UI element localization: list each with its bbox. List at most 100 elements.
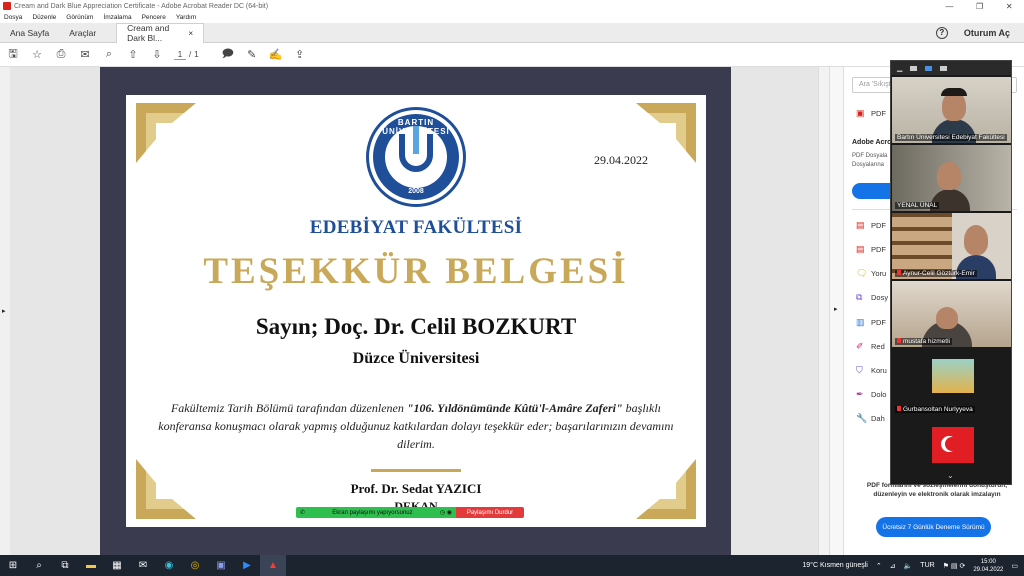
help-icon[interactable]: ? [935,26,948,39]
menu-file[interactable]: Dosya [4,14,22,21]
seal-year: 2008 [408,188,424,195]
participant-name: Gurbansoltan Nurlyyeva [895,406,975,413]
certificate-date: 29.04.2022 [594,153,648,167]
bookmark-star-icon[interactable]: ☆ [30,48,44,61]
tab-bar: Ana Sayfa Araçlar Cream and Dark Bl... ×… [0,22,1024,43]
toolbar: 🖫 ☆ ⎙ ✉ ⌕ ⇧ ⇩ 1 / 1 🗩 ✎ ✍ ⇪ [0,43,1024,67]
clock[interactable]: 15:00 29.04.2022 [973,558,1003,574]
language-indicator[interactable]: TUR [920,562,934,569]
teams-icon[interactable]: ▣ [208,555,234,576]
page-total: 1 [194,50,199,59]
view-single-icon[interactable] [910,65,918,71]
participant-tile[interactable]: Aynur-Celil Göztürk-Emir [892,213,1011,279]
pdf-icon: ▣ [856,108,865,118]
video-participants-panel: ▁ Bartın Üniversitesi Edebiyat Fakültesi… [890,60,1012,485]
edit-pdf-icon: ▤ [856,244,865,254]
minimize-video-icon[interactable]: ▁ [897,64,902,72]
network-icon[interactable]: ⊿ [890,562,896,570]
share-status-icons[interactable]: ◷ ◉ [440,509,452,516]
recipient-institution: Düzce Üniversitesi [352,350,480,367]
tab-home[interactable]: Ana Sayfa [0,23,59,43]
pen-icon[interactable]: ✎ [245,48,259,61]
tab-document[interactable]: Cream and Dark Bl... × [116,22,205,43]
participant-name: mustafa hizmetli [895,338,952,345]
vertical-scrollbar[interactable] [818,67,829,555]
tray-chevron-icon[interactable]: ⌃ [876,562,882,570]
task-view-icon[interactable]: ⧉ [52,555,78,576]
windows-start-icon[interactable]: ⊞ [0,555,26,576]
tool-organize-pdf[interactable]: ▥ PDF [856,317,886,327]
stop-sharing-button[interactable]: Paylaşımı Durdur [456,507,524,518]
save-icon[interactable]: 🖫 [6,45,20,64]
mail-icon[interactable]: ✉ [130,555,156,576]
tool-fill-sign[interactable]: ✒ Dolo [856,389,886,399]
page-indicator: 1 / 1 [174,50,199,60]
acrobat-taskbar-icon[interactable]: ▲ [260,555,286,576]
window-titlebar: Cream and Dark Blue Appreciation Certifi… [0,0,1024,12]
menu-help[interactable]: Yardım [176,14,196,21]
minimize-button[interactable]: — [945,2,953,11]
chrome-icon[interactable]: ◎ [182,555,208,576]
tool-combine-files[interactable]: ⧉ Dosy [856,292,888,302]
edge-icon[interactable]: ◉ [156,555,182,576]
notifications-icon[interactable]: ▭ [1011,562,1018,570]
body-conference-title: "106. Yıldönümünde Kûtü'l-Amâre Zaferi" [406,401,623,415]
video-panel-controls: ▁ [891,61,1011,75]
close-window-button[interactable]: ✕ [1006,2,1013,11]
tool-redact[interactable]: ✐ Red [856,341,885,351]
phone-icon: ✆ [300,510,306,516]
page-down-icon[interactable]: ⇩ [150,48,164,61]
collapse-right-panel-icon[interactable]: ▸ [834,305,838,313]
participant-tile[interactable]: Bartın Üniversitesi Edebiyat Fakültesi [892,77,1011,143]
profile-photo-flag [932,427,974,463]
window-controls: — ❐ ✕ [934,2,1024,11]
file-explorer-icon[interactable]: ▬ [78,555,104,576]
participant-name: Aynur-Celil Göztürk-Emir [895,270,977,277]
tool-protect[interactable]: ⛉ Koru [856,365,887,375]
tool-more-tools[interactable]: 🔧 Dah [856,413,885,423]
body-text-start: Fakültemiz Tarih Bölümü tarafından düzen… [170,401,407,415]
menu-sign[interactable]: İmzalama [103,14,131,21]
certificate-title: TEŞEKKÜR BELGESİ [203,251,629,292]
page-up-icon[interactable]: ⇧ [126,48,140,61]
menu-edit[interactable]: Düzenle [32,14,56,21]
participant-tile[interactable]: YENAL ÜNAL [892,145,1011,211]
muted-mic-icon [897,338,901,343]
menu-window[interactable]: Pencere [142,14,166,21]
free-trial-button[interactable]: Ücretsiz 7 Günlük Deneme Sürümü [876,517,991,537]
menu-bar: Dosya Düzenle Görünüm İmzalama Pencere Y… [0,12,1024,23]
sign-icon[interactable]: ✍ [269,48,283,61]
muted-mic-icon [897,406,901,411]
zoom-icon[interactable]: ▶ [234,555,260,576]
print-icon[interactable]: ⎙ [54,48,68,61]
scroll-down-icon[interactable]: ⌄ [947,471,954,480]
participant-tile[interactable]: mustafa hizmetli [892,281,1011,347]
tab-tools[interactable]: Araçlar [59,23,106,43]
sign-in-button[interactable]: Oturum Aç [964,28,1010,38]
tray-app-icons[interactable]: ⚑ ▤ ⟳ [943,562,966,570]
sharing-label: Ekran paylaşımı yapıyorsunuz [332,509,413,516]
zoom-search-icon[interactable]: ⌕ [102,48,116,61]
tool-edit-pdf[interactable]: ▤ PDF [856,244,886,254]
maximize-button[interactable]: ❐ [976,2,983,11]
comment-icon[interactable]: 🗩 [221,45,235,64]
gold-corner-top-left-icon [136,103,196,163]
share-icon[interactable]: ⇪ [293,48,307,61]
view-strip-icon[interactable] [925,65,933,71]
expand-left-icon[interactable]: ▸ [2,307,6,315]
weather-widget[interactable]: 19°C Kısmen güneşli [802,562,867,569]
menu-view[interactable]: Görünüm [66,14,93,21]
email-icon[interactable]: ✉ [78,48,92,61]
tool-export-pdf[interactable]: ▣ PDF [856,108,886,118]
store-icon[interactable]: ▦ [104,555,130,576]
view-grid-icon[interactable] [940,65,948,71]
volume-icon[interactable]: 🔈 [904,562,913,570]
participant-name: YENAL ÜNAL [895,202,940,209]
tool-create-pdf[interactable]: ▤ PDF [856,220,886,230]
participant-tile[interactable]: Gurbansoltan Nurlyyeva [892,349,1011,415]
page-number-input[interactable]: 1 [174,50,186,60]
tab-close-icon[interactable]: × [188,28,193,38]
search-icon[interactable]: ⌕ [26,555,52,576]
tool-comment[interactable]: 🗨 Yoru [856,268,886,278]
acrobat-app-icon [3,2,11,10]
